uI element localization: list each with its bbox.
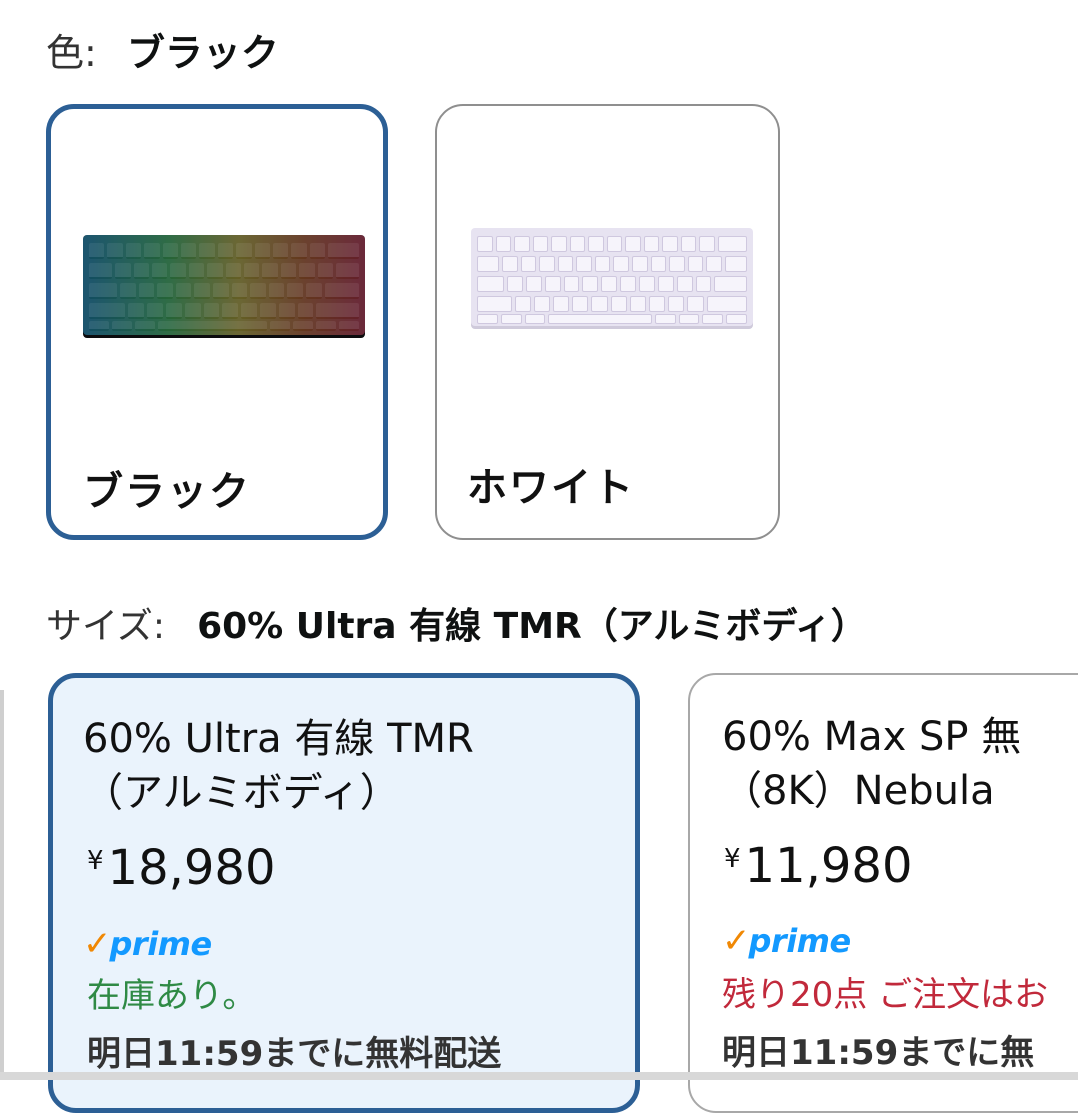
- color-option-black-label: ブラック: [83, 469, 251, 515]
- size-option-card[interactable]: 60% Ultra 有線 TMR （アルミボディ） ¥18,980 ✓ prim…: [48, 673, 640, 1113]
- prime-label: prime: [109, 925, 213, 963]
- bottom-divider: [0, 1072, 1078, 1080]
- delivery-info: 明日11:59までに無料配送: [87, 1034, 502, 1074]
- color-label: 色:: [46, 31, 97, 75]
- prime-badge: ✓ prime: [722, 921, 851, 961]
- size-option-card[interactable]: 60% Max SP 無 （8K）Nebula ¥11,980 ✓ prime …: [688, 673, 1078, 1113]
- color-option-black[interactable]: ブラック: [46, 104, 388, 540]
- prime-check-icon: ✓: [83, 924, 112, 964]
- price-value: 11,980: [744, 838, 913, 894]
- color-selector-header: 色: ブラック: [46, 22, 279, 77]
- white-keyboard-image: [471, 228, 753, 326]
- size-option-price: ¥18,980: [87, 840, 276, 896]
- currency-symbol: ¥: [724, 844, 741, 874]
- size-option-title-line2: （アルミボディ）: [83, 770, 400, 816]
- size-option-title-line1: 60% Ultra 有線 TMR: [83, 716, 474, 762]
- prime-check-icon: ✓: [722, 921, 751, 961]
- color-option-white-label: ホワイト: [467, 465, 635, 511]
- price-value: 18,980: [107, 840, 276, 896]
- previous-card-edge[interactable]: [0, 690, 4, 1080]
- prime-label: prime: [748, 922, 852, 960]
- size-option-title-line1: 60% Max SP 無: [722, 714, 1022, 760]
- stock-status: 在庫あり。: [87, 976, 257, 1016]
- selected-color-value: ブラック: [126, 31, 279, 75]
- selected-size-value: 60% Ultra 有線 TMR（アルミボディ）: [197, 606, 867, 647]
- currency-symbol: ¥: [87, 846, 104, 876]
- size-option-title-line2: （8K）Nebula: [722, 768, 995, 814]
- size-option-price: ¥11,980: [724, 838, 913, 894]
- size-selector-header: サイズ: 60% Ultra 有線 TMR（アルミボディ）: [46, 597, 867, 649]
- size-option-title: 60% Ultra 有線 TMR （アルミボディ）: [83, 712, 474, 820]
- size-option-title: 60% Max SP 無 （8K）Nebula: [722, 710, 1021, 818]
- black-keyboard-image: [83, 235, 365, 335]
- delivery-info: 明日11:59までに無: [722, 1033, 1035, 1073]
- color-option-white[interactable]: ホワイト: [435, 104, 780, 540]
- stock-status: 残り20点 ご注文はお: [722, 975, 1049, 1015]
- prime-badge: ✓ prime: [83, 924, 212, 964]
- size-label: サイズ:: [46, 606, 166, 647]
